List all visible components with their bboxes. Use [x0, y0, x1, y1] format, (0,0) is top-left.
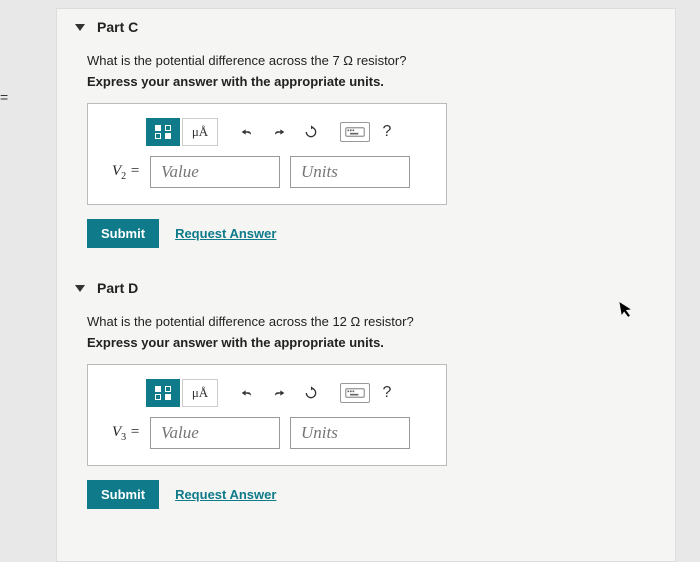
- left-edge-fragment: =: [0, 85, 16, 109]
- part-d-answer-box: μÅ ? V3 =: [87, 364, 447, 466]
- part-d-question: What is the potential difference across …: [87, 314, 645, 329]
- redo-button[interactable]: [264, 118, 294, 146]
- part-c-submit-row: Submit Request Answer: [87, 219, 645, 248]
- part-d-submit-row: Submit Request Answer: [87, 480, 645, 509]
- chevron-down-icon[interactable]: [75, 285, 85, 292]
- part-c-variable-label: V2 =: [104, 163, 140, 182]
- part-c-value-input[interactable]: [150, 156, 280, 188]
- symbols-button[interactable]: μÅ: [182, 379, 218, 407]
- part-d-request-answer-link[interactable]: Request Answer: [175, 487, 276, 502]
- help-button[interactable]: ?: [372, 379, 402, 407]
- symbols-button[interactable]: μÅ: [182, 118, 218, 146]
- part-d-input-row: V3 =: [104, 417, 430, 449]
- keyboard-button[interactable]: [340, 383, 370, 403]
- reset-button[interactable]: [296, 379, 326, 407]
- main-panel: Part C What is the potential difference …: [56, 8, 676, 562]
- part-d-title: Part D: [97, 280, 138, 296]
- part-d-units-input[interactable]: [290, 417, 410, 449]
- help-button[interactable]: ?: [372, 118, 402, 146]
- reset-button[interactable]: [296, 118, 326, 146]
- templates-button[interactable]: [146, 118, 180, 146]
- part-c-units-input[interactable]: [290, 156, 410, 188]
- undo-button[interactable]: [232, 379, 262, 407]
- part-c-toolbar: μÅ ?: [146, 118, 430, 146]
- chevron-down-icon[interactable]: [75, 24, 85, 31]
- undo-button[interactable]: [232, 118, 262, 146]
- part-d-submit-button[interactable]: Submit: [87, 480, 159, 509]
- part-c-body: What is the potential difference across …: [57, 45, 675, 270]
- part-c-question: What is the potential difference across …: [87, 53, 645, 68]
- part-c-input-row: V2 =: [104, 156, 430, 188]
- part-d-header[interactable]: Part D: [57, 270, 675, 306]
- part-c-submit-button[interactable]: Submit: [87, 219, 159, 248]
- part-d-variable-label: V3 =: [104, 424, 140, 443]
- part-c-header[interactable]: Part C: [57, 9, 675, 45]
- part-d-toolbar: μÅ ?: [146, 379, 430, 407]
- part-c-answer-box: μÅ ? V2 =: [87, 103, 447, 205]
- part-d-body: What is the potential difference across …: [57, 306, 675, 531]
- part-c-title: Part C: [97, 19, 138, 35]
- part-c-request-answer-link[interactable]: Request Answer: [175, 226, 276, 241]
- redo-button[interactable]: [264, 379, 294, 407]
- part-d-value-input[interactable]: [150, 417, 280, 449]
- part-d-instruction: Express your answer with the appropriate…: [87, 335, 645, 350]
- keyboard-button[interactable]: [340, 122, 370, 142]
- templates-button[interactable]: [146, 379, 180, 407]
- part-c-instruction: Express your answer with the appropriate…: [87, 74, 645, 89]
